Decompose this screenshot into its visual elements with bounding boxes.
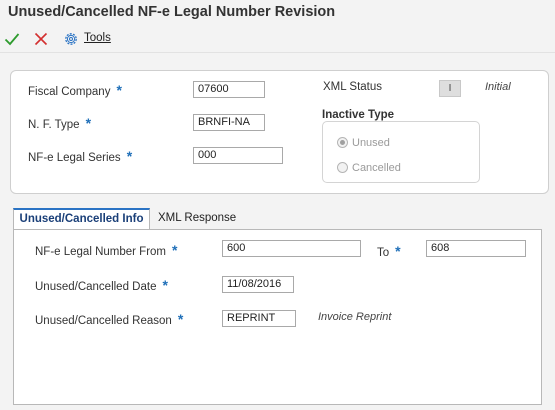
required-marker: *	[172, 242, 178, 258]
required-marker: *	[85, 115, 92, 131]
tools-label: Tools	[84, 32, 111, 44]
reason-label: Unused/Cancelled Reason *	[35, 311, 183, 327]
fiscal-company-field[interactable]: 07600	[193, 81, 265, 98]
date-label: Unused/Cancelled Date *	[35, 277, 168, 293]
tab-xml-response[interactable]: XML Response	[158, 210, 236, 226]
fiscal-company-label: Fiscal Company *	[28, 82, 122, 98]
unused-radio-label: Unused	[352, 137, 390, 149]
cancelled-radio[interactable]	[337, 162, 348, 173]
reason-description: Invoice Reprint	[318, 311, 392, 323]
required-marker: *	[126, 148, 133, 164]
nf-type-label: N. F. Type *	[28, 115, 91, 131]
legal-number-from-field[interactable]: 600	[222, 240, 361, 257]
nf-type-field[interactable]: BRNFI-NA	[193, 114, 265, 131]
legal-series-label-text: NF-e Legal Series	[28, 152, 121, 164]
required-marker: *	[116, 82, 122, 98]
close-icon[interactable]	[33, 31, 49, 50]
legal-number-to-label-text: To	[377, 247, 390, 259]
reason-label-text: Unused/Cancelled Reason	[35, 315, 172, 327]
required-marker: *	[395, 243, 401, 259]
xml-status-label: XML Status	[323, 81, 383, 93]
legal-number-from-label-text: NF-e Legal Number From	[35, 246, 167, 258]
legal-series-field[interactable]: 000	[193, 147, 283, 164]
nf-type-label-text: N. F. Type	[28, 119, 80, 131]
inactive-type-title: Inactive Type	[322, 109, 395, 121]
legal-number-from-label: NF-e Legal Number From *	[35, 242, 177, 258]
gear-icon[interactable]	[63, 31, 79, 50]
date-label-text: Unused/Cancelled Date	[35, 281, 157, 293]
inactive-type-group	[322, 121, 480, 183]
check-icon[interactable]	[4, 31, 20, 50]
date-field[interactable]: 11/08/2016	[222, 276, 294, 293]
xml-status-code: I	[439, 80, 461, 97]
toolbar-divider	[0, 52, 555, 53]
cancelled-radio-label: Cancelled	[352, 162, 401, 174]
reason-field[interactable]: REPRINT	[222, 310, 296, 327]
legal-series-label: NF-e Legal Series *	[28, 148, 132, 164]
required-marker: *	[177, 311, 184, 327]
fiscal-company-label-text: Fiscal Company	[28, 86, 111, 98]
toolbar: Tools	[0, 28, 555, 52]
xml-status-description: Initial	[485, 81, 511, 93]
tab-unused-cancelled-info[interactable]: Unused/Cancelled Info	[13, 208, 150, 230]
tools-menu[interactable]: Tools	[84, 32, 111, 44]
legal-number-to-field[interactable]: 608	[426, 240, 526, 257]
page-title: Unused/Cancelled NF-e Legal Number Revis…	[8, 4, 336, 20]
legal-number-to-label: To *	[377, 243, 401, 259]
required-marker: *	[162, 277, 168, 293]
unused-radio[interactable]	[337, 137, 348, 148]
